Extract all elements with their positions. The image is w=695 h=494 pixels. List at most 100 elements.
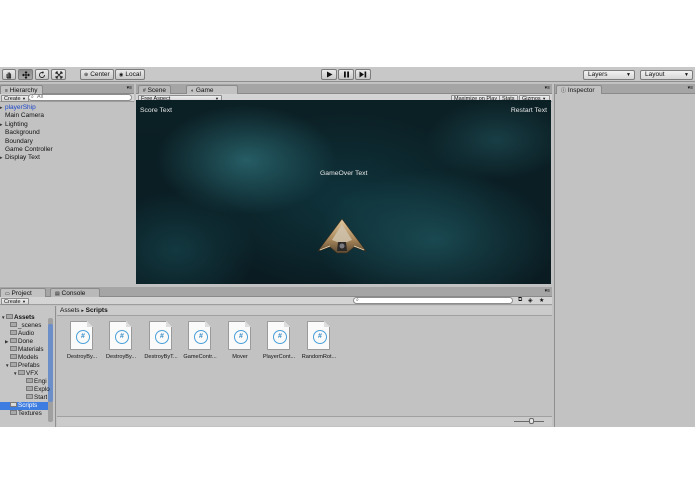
- list-item-main-camera[interactable]: Main Camera: [0, 112, 133, 120]
- script-asset-mover[interactable]: # Mover: [224, 321, 256, 371]
- inspector-panel: ⓘ Inspector ▾≡: [554, 84, 695, 427]
- layout-dropdown[interactable]: Layout ▼: [640, 70, 693, 80]
- tab-scene[interactable]: # Scene: [138, 85, 172, 94]
- rotate-tool-button[interactable]: [35, 69, 49, 80]
- list-item-boundary[interactable]: Boundary: [0, 138, 133, 146]
- folder-icon: [6, 313, 13, 319]
- icon-size-slider[interactable]: [514, 418, 544, 424]
- expand-arrow-icon[interactable]: ▸: [0, 104, 3, 112]
- pivot-center-toggle[interactable]: ⊕ Center: [80, 69, 114, 80]
- space-local-toggle[interactable]: ◉ Local: [115, 69, 145, 80]
- breadcrumb-scripts[interactable]: Scripts: [86, 307, 108, 314]
- info-icon: ⓘ: [561, 88, 567, 94]
- tree-item-assets[interactable]: ▼ Assets: [1, 313, 35, 322]
- slider-thumb[interactable]: [529, 418, 534, 424]
- expand-arrow-icon[interactable]: ▼: [1, 314, 5, 322]
- expand-arrow-icon[interactable]: ▸: [0, 121, 3, 129]
- pivot-label: Center: [90, 71, 110, 78]
- tree-item-label: Start: [34, 394, 48, 401]
- favorite-star-icon[interactable]: ★: [539, 297, 544, 304]
- search-icon: ⌕: [356, 297, 359, 303]
- list-item-background[interactable]: Background: [0, 129, 133, 137]
- score-text: Score Text: [140, 107, 172, 114]
- tree-item-scripts[interactable]: Scripts: [0, 401, 48, 411]
- expand-arrow-icon[interactable]: ▸: [0, 154, 3, 162]
- panel-menu-icon[interactable]: ▾≡: [545, 85, 550, 91]
- expand-arrow-icon[interactable]: ▼: [5, 362, 9, 370]
- tab-console[interactable]: ▤ Console: [50, 288, 100, 297]
- expand-arrow-icon[interactable]: ▼: [13, 370, 17, 378]
- step-button[interactable]: [355, 69, 371, 80]
- script-asset-destroybyboundary[interactable]: # DestroyBy...: [105, 321, 137, 371]
- folder-icon: [10, 401, 17, 407]
- create-label: Create: [4, 96, 21, 102]
- list-item-playership[interactable]: ▸ playerShip: [0, 104, 133, 112]
- space-label: Local: [125, 71, 141, 78]
- scale-tool-button[interactable]: [51, 69, 66, 80]
- script-asset-destroybycontact[interactable]: # DestroyBy...: [66, 321, 98, 371]
- chevron-down-icon: ▼: [22, 96, 27, 101]
- filter-by-type-icon[interactable]: ⧉: [518, 297, 522, 304]
- list-item-label: Lighting: [5, 120, 28, 128]
- tree-item-label: Done: [18, 338, 34, 345]
- tab-hierarchy[interactable]: ≡ Hierarchy: [0, 85, 43, 94]
- chevron-right-icon: ▸: [81, 308, 84, 314]
- game-viewport[interactable]: Score Text Restart Text GameOver Text: [136, 100, 551, 284]
- filter-by-label-icon[interactable]: ◈: [528, 297, 533, 304]
- tab-game[interactable]: ◐ Game: [186, 85, 238, 94]
- tab-inspector[interactable]: ⓘ Inspector: [556, 85, 602, 94]
- chevron-down-icon: ▼: [626, 72, 631, 78]
- panel-menu-icon[interactable]: ▾≡: [688, 85, 693, 91]
- panel-menu-icon[interactable]: ▾≡: [127, 85, 132, 91]
- csharp-icon: #: [194, 330, 208, 344]
- folder-icon: [10, 409, 17, 415]
- search-icon: ⌕: [31, 94, 34, 100]
- asset-label: RandomRot...: [301, 354, 337, 360]
- script-asset-destroybytime[interactable]: # DestroyByT...: [144, 321, 178, 371]
- tree-item-label: Models: [18, 354, 39, 361]
- csharp-icon: #: [234, 330, 248, 344]
- list-item-lighting[interactable]: ▸ Lighting: [0, 121, 133, 129]
- breadcrumb-assets[interactable]: Assets: [60, 307, 80, 314]
- tab-project[interactable]: ▭ Project: [0, 288, 46, 297]
- script-file-icon: #: [109, 321, 132, 350]
- project-create-button[interactable]: Create ▼: [1, 298, 30, 305]
- tree-item-label: Assets: [14, 314, 35, 321]
- layers-dropdown[interactable]: Layers ▼: [583, 70, 635, 80]
- hand-tool-button[interactable]: [2, 69, 16, 80]
- hierarchy-tabbar: ≡ Hierarchy ▾≡: [0, 84, 134, 94]
- csharp-icon: #: [313, 330, 327, 344]
- move-tool-button[interactable]: [18, 69, 33, 80]
- tree-item-label: Textures: [18, 410, 42, 417]
- folder-icon: [26, 377, 33, 383]
- inspector-tabbar: ⓘ Inspector ▾≡: [555, 84, 695, 94]
- hierarchy-create-button[interactable]: Create ▼: [1, 95, 30, 102]
- tree-item-starfield[interactable]: Start: [26, 393, 48, 402]
- step-icon: [359, 71, 367, 78]
- hierarchy-subbar: Create ▼ ⌕ All: [0, 94, 134, 102]
- pause-button[interactable]: [338, 69, 354, 80]
- folder-icon: [10, 361, 17, 367]
- csharp-icon: #: [76, 330, 90, 344]
- project-search-input[interactable]: ⌕: [353, 297, 513, 304]
- list-item-game-controller[interactable]: Game Controller: [0, 146, 133, 154]
- tree-scrollbar[interactable]: [48, 318, 53, 422]
- expand-arrow-icon[interactable]: ▶: [5, 338, 8, 346]
- script-file-icon: #: [307, 321, 330, 350]
- script-asset-gamecontroller[interactable]: # GameContr...: [183, 321, 217, 371]
- tree-item-label: Scripts: [18, 402, 38, 409]
- hierarchy-search-input[interactable]: ⌕ All: [28, 94, 132, 101]
- tree-item-textures[interactable]: Textures: [10, 409, 42, 418]
- play-icon: [326, 71, 332, 78]
- play-button[interactable]: [321, 69, 337, 80]
- asset-label: GameContr...: [183, 354, 217, 360]
- unity-editor-window: ⊕ Center ◉ Local Layers ▼ Layout ▼ ≡ Hie…: [0, 67, 695, 427]
- asset-label: Mover: [232, 354, 248, 360]
- list-item-display-text[interactable]: ▸ Display Text: [0, 154, 133, 162]
- chevron-down-icon: ▼: [684, 72, 689, 78]
- folder-icon: [26, 385, 33, 391]
- panel-menu-icon[interactable]: ▾≡: [545, 288, 550, 294]
- script-asset-playercontroller[interactable]: # PlayerCont...: [263, 321, 295, 371]
- tree-item-label: Audio: [18, 330, 35, 337]
- script-asset-randomrotator[interactable]: # RandomRot...: [302, 321, 336, 371]
